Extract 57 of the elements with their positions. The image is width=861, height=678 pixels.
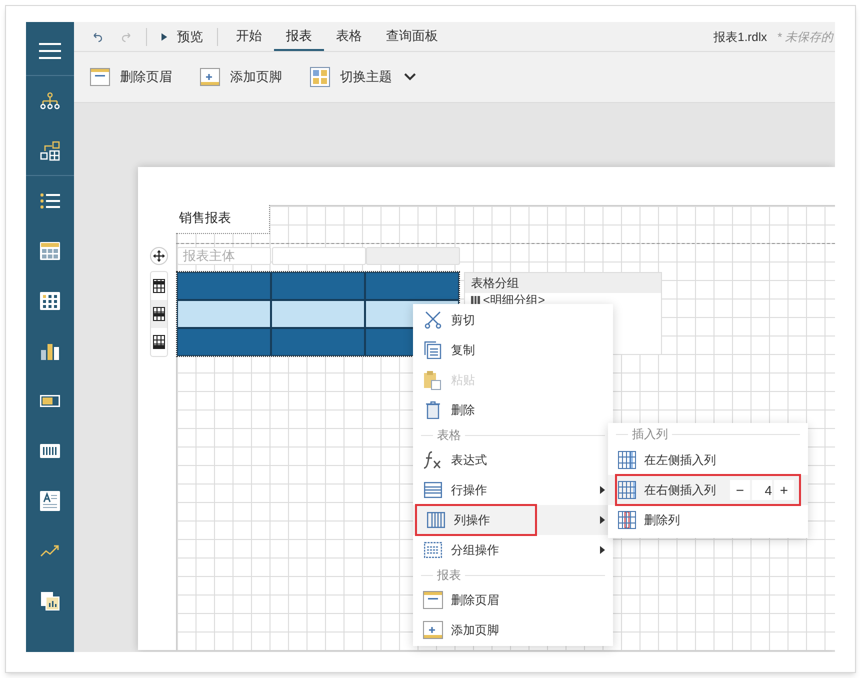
menu-section-label: 插入列 [632, 426, 668, 443]
copy-icon [423, 341, 443, 359]
add-footer-icon [423, 621, 443, 639]
ribbon-tab[interactable]: 开始 [224, 22, 274, 51]
table-cell[interactable] [365, 272, 459, 300]
menu-item[interactable]: 复制 [413, 335, 533, 365]
table-cell[interactable] [271, 328, 365, 356]
submenu-item[interactable]: 在左侧插入列 [608, 445, 804, 475]
menu-section-label: 报表 [437, 567, 461, 584]
menu-item[interactable]: 删除 [413, 395, 533, 425]
menu-item[interactable]: 添加页脚 [413, 615, 533, 645]
insert-column-icon [618, 481, 636, 499]
columns-icon [426, 512, 446, 528]
count-field[interactable]: 4 [752, 480, 772, 500]
remove-header-icon [90, 68, 110, 86]
menu-section-label: 表格 [437, 427, 461, 444]
table-cell[interactable] [177, 272, 271, 300]
menu-item[interactable]: 分组操作 [413, 535, 533, 565]
ribbon-tab[interactable]: 表格 [324, 22, 374, 51]
remove-header-icon [423, 591, 443, 609]
menu-item[interactable]: 表达式 [413, 445, 533, 475]
table-cell[interactable] [177, 328, 271, 356]
save-status: * 未保存的 [776, 28, 835, 46]
increment-button[interactable]: + [774, 480, 794, 500]
column-handle[interactable] [366, 247, 460, 265]
submenu-item[interactable]: 删除列 [608, 505, 804, 535]
delete-column-icon [618, 511, 636, 529]
ribbon-button[interactable]: 删除页眉 [88, 60, 174, 94]
menu-item[interactable]: 行操作 [413, 475, 533, 505]
table-cell[interactable] [271, 300, 365, 328]
report-title: 销售报表 [176, 205, 270, 234]
menu-item[interactable]: 删除页眉 [413, 585, 533, 615]
body-label: 报表主体 [177, 247, 271, 265]
column-handle[interactable] [272, 247, 366, 265]
ribbon-button[interactable]: 添加页脚 [198, 60, 284, 94]
add-footer-icon [200, 68, 220, 86]
table-cell[interactable] [271, 272, 365, 300]
row-handle-icon[interactable] [151, 300, 167, 328]
trash-icon [423, 401, 443, 419]
scissors-icon [423, 311, 443, 329]
function-icon [423, 450, 443, 470]
dashed-rows-icon [423, 542, 443, 558]
play-icon [159, 30, 169, 42]
file-name: 报表1.rdlx [714, 28, 767, 46]
group-panel-title: 表格分组 [465, 273, 661, 293]
clipboard-icon [423, 370, 443, 390]
theme-icon [310, 67, 330, 87]
submenu-item[interactable]: 在右侧插入列 [616, 475, 730, 505]
rows-icon [423, 482, 443, 498]
insert-column-icon [618, 451, 636, 469]
decrement-button[interactable]: − [730, 480, 750, 500]
table-cell[interactable] [177, 300, 271, 328]
menu-item[interactable]: 剪切 [413, 305, 533, 335]
preview-button[interactable]: 预览 [151, 26, 211, 48]
theme-dropdown[interactable]: 切换主题 [308, 60, 418, 94]
ribbon-tab[interactable]: 查询面板 [374, 22, 450, 51]
move-handle-icon[interactable] [150, 247, 168, 265]
